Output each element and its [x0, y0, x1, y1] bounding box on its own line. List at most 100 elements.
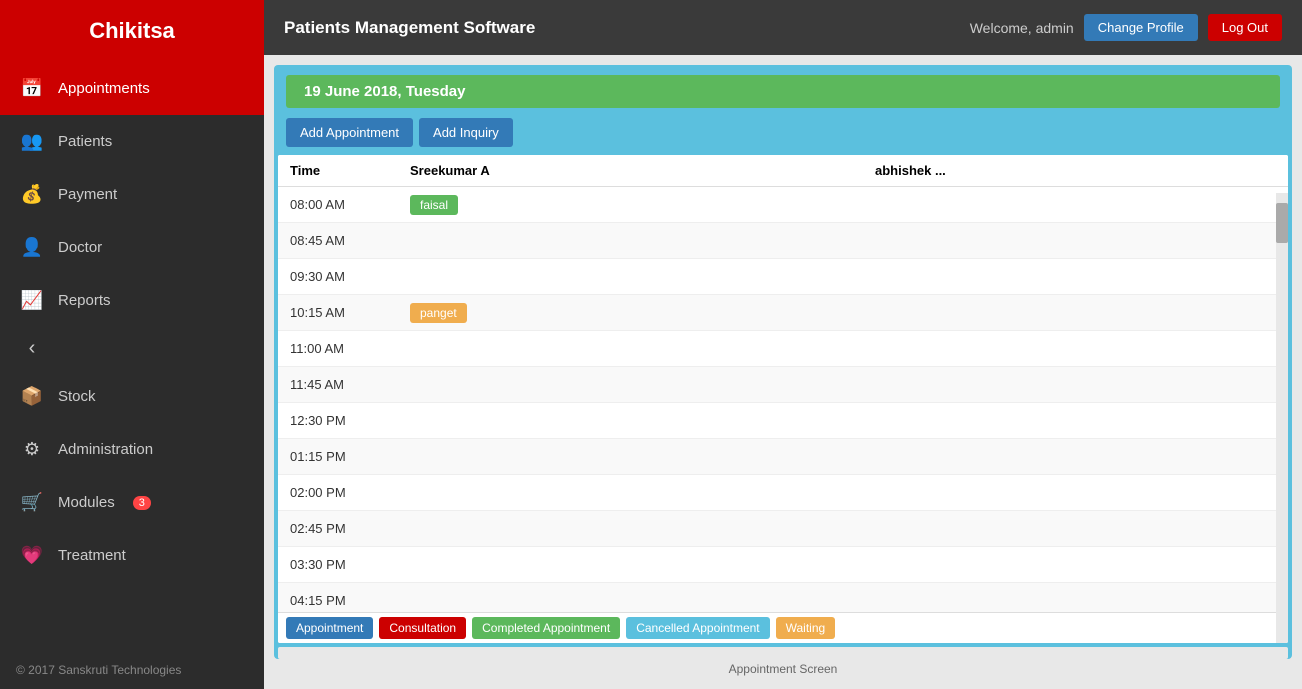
sidebar-item-reports[interactable]: 📈 Reports: [0, 274, 264, 327]
sidebar-label-payment: Payment: [58, 186, 117, 203]
add-inquiry-button[interactable]: Add Inquiry: [419, 118, 513, 147]
sidebar-label-treatment: Treatment: [58, 547, 126, 564]
appointments-icon: 📅: [20, 78, 44, 99]
abhishek-cell: [863, 403, 1288, 439]
sidebar-item-modules[interactable]: 🛒 Modules 3: [0, 476, 264, 529]
abhishek-cell: [863, 259, 1288, 295]
horizontal-scrollbar[interactable]: [278, 647, 1288, 659]
sreekumar-cell: [398, 439, 863, 475]
col-sreekumar: Sreekumar A: [398, 155, 863, 187]
patients-icon: 👥: [20, 131, 44, 152]
abhishek-cell: [863, 187, 1288, 223]
logout-button[interactable]: Log Out: [1208, 14, 1282, 41]
abhishek-cell: [863, 331, 1288, 367]
abhishek-cell: [863, 547, 1288, 583]
legend-waiting: Waiting: [776, 617, 836, 639]
payment-icon: 💰: [20, 184, 44, 205]
app-logo: Chikitsa: [0, 0, 264, 62]
time-cell: 01:15 PM: [278, 439, 398, 475]
sreekumar-cell: [398, 403, 863, 439]
abhishek-cell: [863, 511, 1288, 547]
bottom-legend: Appointment Consultation Completed Appoi…: [278, 612, 1288, 643]
bottom-caption: Appointment Screen: [274, 659, 1292, 679]
table-row: 11:00 AM: [278, 331, 1288, 367]
sidebar-item-appointments[interactable]: 📅 Appointments: [0, 62, 264, 115]
page-body: 19 June 2018, Tuesday Add Appointment Ad…: [264, 55, 1302, 689]
time-cell: 03:30 PM: [278, 547, 398, 583]
sreekumar-cell: [398, 367, 863, 403]
abhishek-cell: [863, 367, 1288, 403]
time-cell: 12:30 PM: [278, 403, 398, 439]
reports-icon: 📈: [20, 290, 44, 311]
sidebar-label-reports: Reports: [58, 292, 111, 309]
sidebar-item-treatment[interactable]: 💗 Treatment: [0, 529, 264, 582]
abhishek-cell: [863, 439, 1288, 475]
header-right: Welcome, admin Change Profile Log Out: [970, 14, 1282, 41]
sreekumar-cell: [398, 547, 863, 583]
abhishek-cell: [863, 295, 1288, 331]
main-content: Patients Management Software Welcome, ad…: [264, 0, 1302, 689]
calendar-table: Time Sreekumar A abhishek ... 08:00 AM fa…: [278, 155, 1288, 612]
table-row: 02:45 PM: [278, 511, 1288, 547]
time-cell: 11:00 AM: [278, 331, 398, 367]
administration-icon: ⚙: [20, 439, 44, 460]
legend-cancelled-appointment: Cancelled Appointment: [626, 617, 769, 639]
calendar-scroll[interactable]: Time Sreekumar A abhishek ... 08:00 AM fa…: [278, 155, 1288, 612]
time-cell: 09:30 AM: [278, 259, 398, 295]
header: Patients Management Software Welcome, ad…: [264, 0, 1302, 55]
sreekumar-cell: [398, 583, 863, 613]
sidebar-label-administration: Administration: [58, 441, 153, 458]
time-cell: 08:00 AM: [278, 187, 398, 223]
time-cell: 10:15 AM: [278, 295, 398, 331]
table-row: 09:30 AM: [278, 259, 1288, 295]
sreekumar-cell: panget: [398, 295, 863, 331]
table-row: 08:45 AM: [278, 223, 1288, 259]
time-cell: 08:45 AM: [278, 223, 398, 259]
sreekumar-cell: [398, 331, 863, 367]
sidebar-item-doctor[interactable]: 👤 Doctor: [0, 221, 264, 274]
legend-consultation: Consultation: [379, 617, 466, 639]
change-profile-button[interactable]: Change Profile: [1084, 14, 1198, 41]
sidebar-label-doctor: Doctor: [58, 239, 102, 256]
doctor-icon: 👤: [20, 237, 44, 258]
time-cell: 02:00 PM: [278, 475, 398, 511]
chevron-left-icon: ‹: [20, 337, 44, 360]
vertical-scrollbar[interactable]: [1276, 193, 1288, 643]
sreekumar-cell: [398, 475, 863, 511]
abhishek-cell: [863, 475, 1288, 511]
legend-appointment: Appointment: [286, 617, 373, 639]
abhishek-cell: [863, 223, 1288, 259]
appointment-container: 19 June 2018, Tuesday Add Appointment Ad…: [274, 65, 1292, 659]
appointment-badge[interactable]: faisal: [410, 195, 458, 215]
app-title: Patients Management Software: [284, 18, 535, 38]
col-abhishek: abhishek ...: [863, 155, 1288, 187]
sidebar-item-chevron[interactable]: ‹: [0, 327, 264, 370]
sidebar-item-administration[interactable]: ⚙ Administration: [0, 423, 264, 476]
date-header: 19 June 2018, Tuesday: [286, 75, 1280, 108]
table-row: 12:30 PM: [278, 403, 1288, 439]
sreekumar-cell: [398, 259, 863, 295]
modules-icon: 🛒: [20, 492, 44, 513]
table-row: 08:00 AM faisal: [278, 187, 1288, 223]
sidebar-item-stock[interactable]: 📦 Stock: [0, 370, 264, 423]
sidebar-footer: © 2017 Sanskruti Technologies: [0, 651, 264, 689]
time-cell: 11:45 AM: [278, 367, 398, 403]
legend-completed-appointment: Completed Appointment: [472, 617, 620, 639]
sidebar-label-stock: Stock: [58, 388, 96, 405]
abhishek-cell: [863, 583, 1288, 613]
sreekumar-cell: faisal: [398, 187, 863, 223]
time-cell: 02:45 PM: [278, 511, 398, 547]
sreekumar-cell: [398, 511, 863, 547]
sidebar: Chikitsa 📅 Appointments 👥 Patients 💰 Pay…: [0, 0, 264, 689]
add-appointment-button[interactable]: Add Appointment: [286, 118, 413, 147]
sidebar-item-patients[interactable]: 👥 Patients: [0, 115, 264, 168]
col-time: Time: [278, 155, 398, 187]
table-row: 03:30 PM: [278, 547, 1288, 583]
sidebar-item-payment[interactable]: 💰 Payment: [0, 168, 264, 221]
time-cell: 04:15 PM: [278, 583, 398, 613]
stock-icon: 📦: [20, 386, 44, 407]
appointment-badge[interactable]: panget: [410, 303, 467, 323]
welcome-text: Welcome, admin: [970, 20, 1074, 36]
scrollbar-thumb: [1276, 203, 1288, 243]
table-row: 02:00 PM: [278, 475, 1288, 511]
